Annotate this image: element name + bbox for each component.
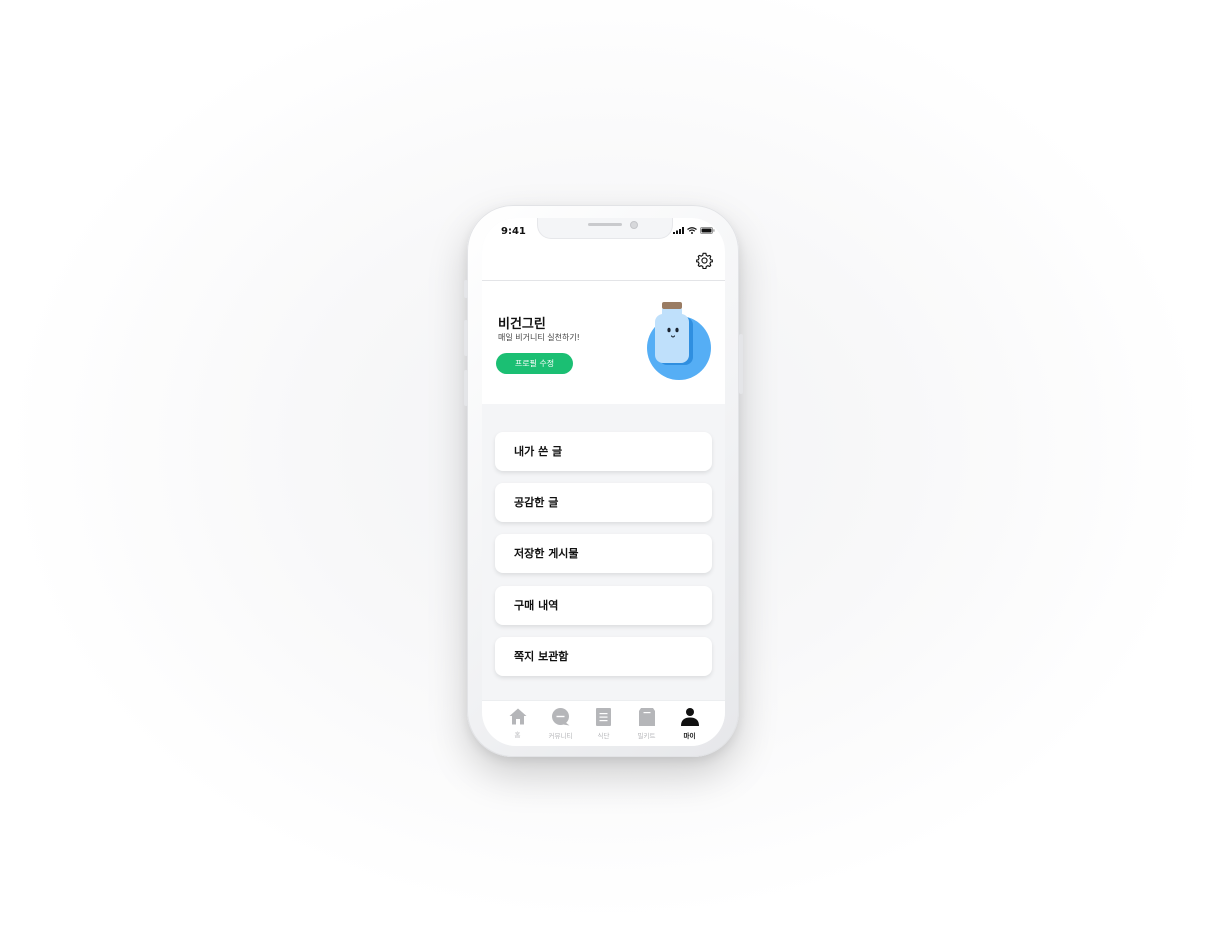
side-button — [464, 370, 468, 406]
side-button — [739, 334, 743, 394]
screen: 9:41 비건그린 매일 비거니티 실천하기! 프로필 수정 내가 쓴 글 공감… — [482, 218, 725, 746]
camera — [630, 221, 638, 229]
signal-icon — [673, 227, 684, 234]
notch — [537, 218, 673, 239]
side-button — [464, 320, 468, 356]
tab-label: 커뮤니티 — [548, 732, 573, 740]
tab-mealkit[interactable]: 밀키트 — [627, 701, 667, 746]
edit-profile-button[interactable]: 프로필 수정 — [496, 353, 573, 374]
tab-label: 밀키트 — [637, 732, 656, 740]
tab-label: 홈 — [514, 731, 521, 739]
profile-name: 비건그린 — [498, 317, 546, 332]
chat-icon — [552, 708, 570, 726]
wifi-icon — [687, 227, 697, 234]
status-time: 9:41 — [501, 226, 526, 237]
menu-item-message-box[interactable]: 쪽지 보관함 — [495, 637, 712, 676]
tab-label: 마이 — [683, 732, 696, 740]
home-icon — [509, 708, 526, 725]
profile-description: 매일 비거니티 실천하기! — [498, 333, 580, 342]
menu-item-purchase-history[interactable]: 구매 내역 — [495, 586, 712, 625]
document-icon — [596, 708, 611, 726]
tab-community[interactable]: 커뮤니티 — [541, 701, 581, 746]
person-icon — [680, 708, 699, 726]
profile-card: 비건그린 매일 비거니티 실천하기! 프로필 수정 — [482, 281, 725, 404]
gear-icon[interactable] — [696, 252, 713, 269]
tab-meal[interactable]: 식단 — [584, 701, 624, 746]
tab-label: 식단 — [597, 732, 610, 740]
menu-item-liked-posts[interactable]: 공감한 글 — [495, 483, 712, 522]
battery-icon — [700, 227, 715, 234]
status-icons — [673, 227, 715, 234]
tab-my[interactable]: 마이 — [670, 701, 710, 746]
speaker — [588, 223, 622, 226]
tab-home[interactable]: 홈 — [498, 701, 538, 746]
menu-item-saved-posts[interactable]: 저장한 게시물 — [495, 534, 712, 573]
jar-mascot-icon — [647, 302, 711, 380]
side-button — [464, 280, 468, 298]
menu-item-my-posts[interactable]: 내가 쓴 글 — [495, 432, 712, 471]
bottom-tab-bar: 홈 커뮤니티 식단 밀키트 마이 — [482, 700, 725, 746]
box-icon — [638, 708, 655, 726]
